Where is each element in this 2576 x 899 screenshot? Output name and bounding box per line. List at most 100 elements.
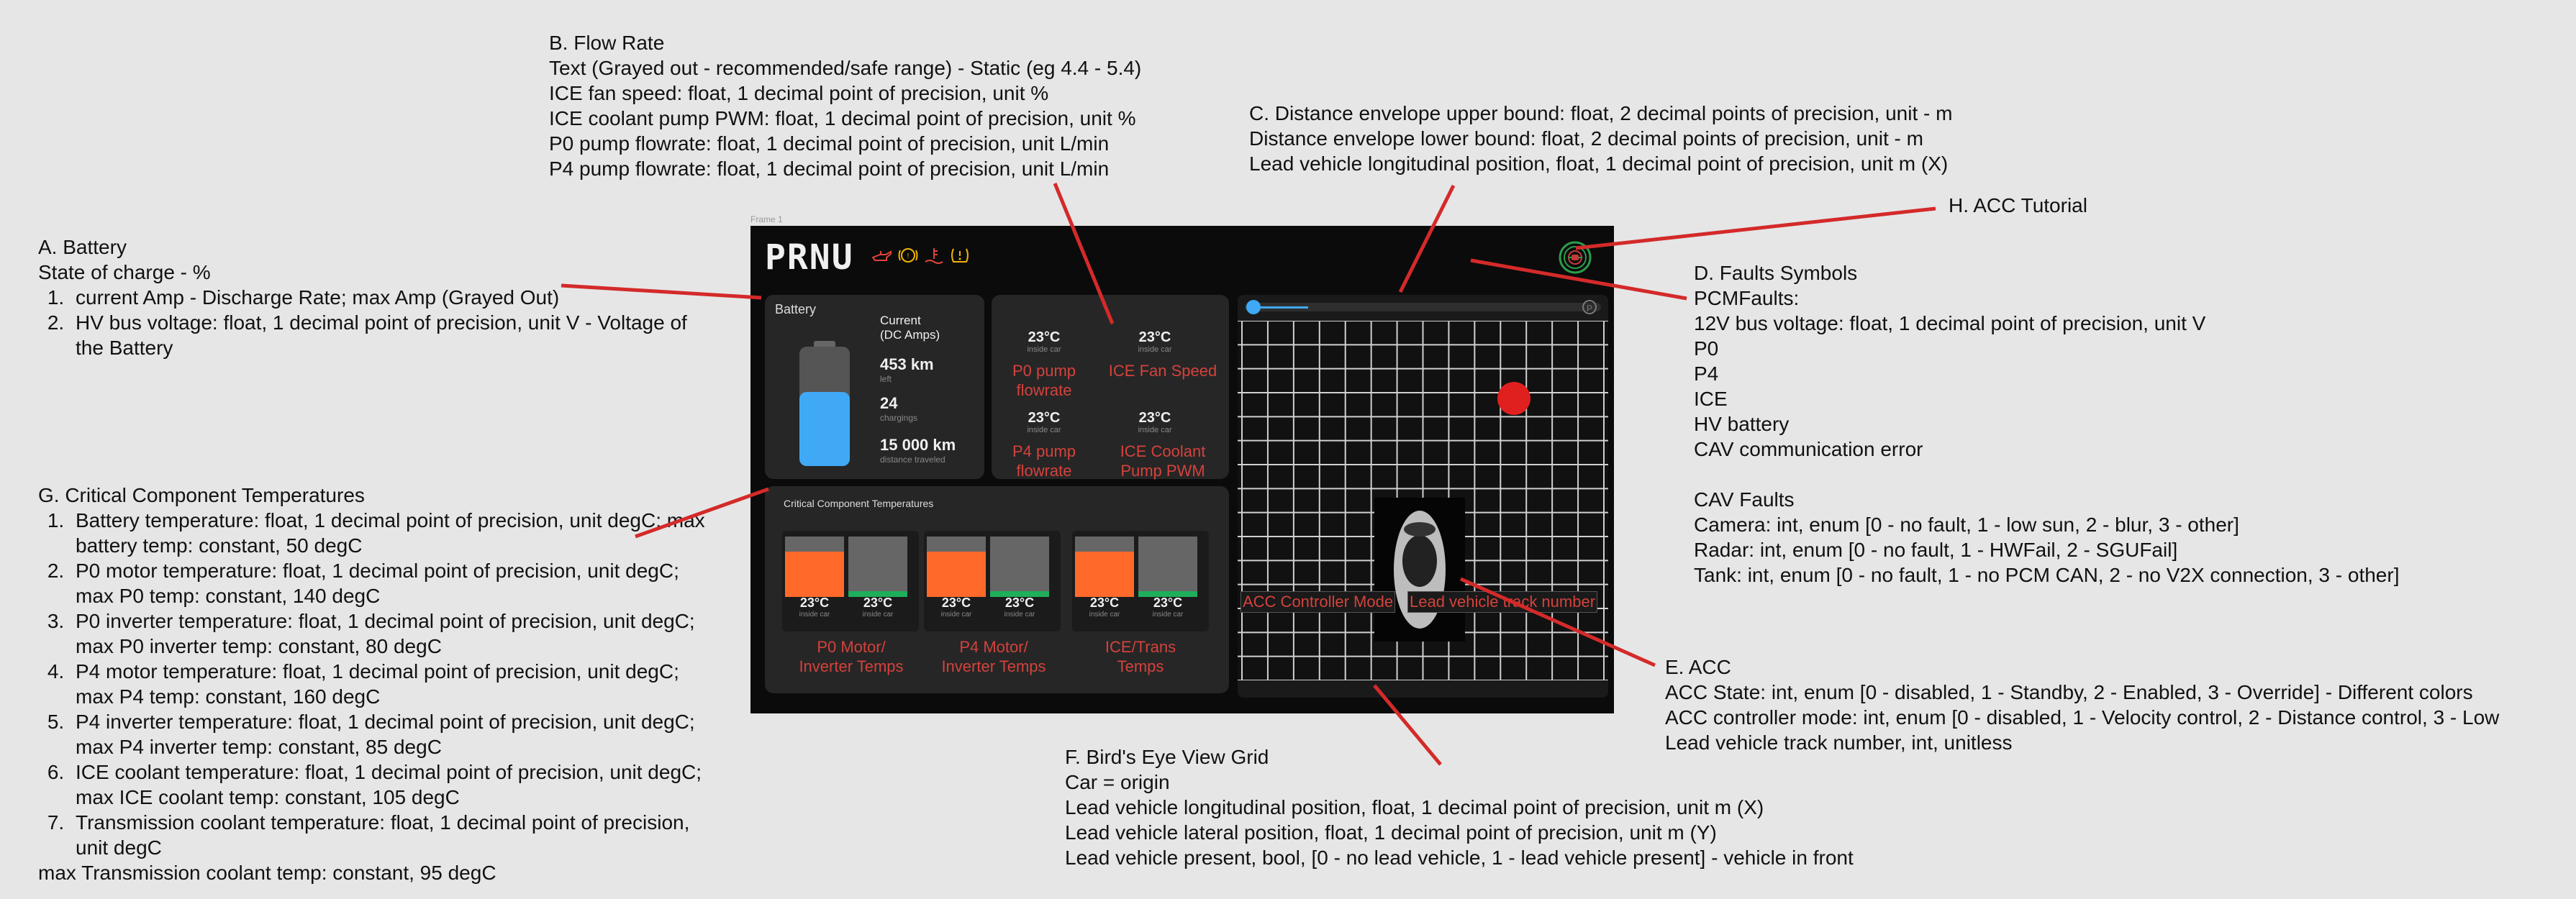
- tire-pressure-icon: [951, 248, 969, 263]
- battery-range-stat: 453 km left: [880, 355, 934, 384]
- annotation-item: P4 motor temperature: float, 1 decimal p…: [70, 659, 717, 709]
- trans-coolant-temp-value: 23°C inside car: [1152, 595, 1184, 619]
- p0-motor-temp-value: 23°C inside car: [799, 595, 830, 619]
- p0-inverter-temp-value: 23°C inside car: [862, 595, 894, 619]
- ice-trans-temps-label: ICE/Trans Temps: [1105, 638, 1176, 675]
- annotation-line: Text (Grayed out - recommended/safe rang…: [549, 57, 1142, 79]
- battery-chargings-stat: 24 chargings: [880, 394, 918, 423]
- oil-pressure-icon: [871, 250, 892, 261]
- trans-coolant-temp-gauge: [1138, 537, 1197, 597]
- acc-panel: P ACC Controller Mode Lead vehicle track…: [1238, 295, 1608, 698]
- battery-current-stat: Current (DC Amps): [880, 314, 940, 342]
- annotation-line: CAV Faults: [1694, 488, 1795, 511]
- annotation-item: P4 inverter temperature: float, 1 decima…: [70, 709, 717, 759]
- annotation-title: F. Bird's Eye View Grid: [1065, 746, 1269, 768]
- battery-distance-stat: 15 000 km distance traveled: [880, 436, 956, 465]
- annotation-line: Lead vehicle longitudinal position, floa…: [1249, 152, 1949, 175]
- annotation-title: E. ACC: [1665, 656, 1731, 678]
- annotation-line: P0: [1694, 337, 1719, 360]
- annotation-line: Lead vehicle present, bool, [0 - no lead…: [1065, 846, 1854, 869]
- p4-inverter-temp-gauge: [990, 537, 1049, 597]
- leader-line-acc-tutorial: [1575, 206, 1936, 250]
- annotation-acc-tutorial: H. ACC Tutorial: [1949, 193, 2087, 218]
- battery-charge-fill: [799, 392, 850, 466]
- annotation-distance-envelope: C. Distance envelope upper bound: float,…: [1249, 101, 1952, 176]
- gear-readout: PRNU: [765, 237, 854, 278]
- annotation-line: PCMFaults:: [1694, 287, 1800, 309]
- ego-car-icon: [1374, 498, 1465, 642]
- annotation-line: P4: [1694, 362, 1719, 385]
- dashboard-frame: PRNU ! Battery Current (DC Amps) 453 km …: [750, 226, 1614, 713]
- ice-fan-speed-label: ICE Fan Speed: [1108, 362, 1217, 380]
- annotation-title: C. Distance envelope upper bound: float,…: [1249, 102, 1953, 124]
- p4-pump-temp: 23°C inside car: [1027, 410, 1061, 434]
- annotation-item: P0 motor temperature: float, 1 decimal p…: [70, 558, 717, 608]
- annotation-line: 12V bus voltage: float, 1 decimal point …: [1694, 312, 2206, 334]
- ice-fan-temp: 23°C inside car: [1138, 329, 1172, 354]
- annotation-title: D. Faults Symbols: [1694, 262, 1858, 284]
- annotation-item: current Amp - Discharge Rate; max Amp (G…: [70, 285, 689, 310]
- annotation-acc: E. ACC ACC State: int, enum [0 - disable…: [1665, 654, 2499, 755]
- annotation-birds-eye-grid: F. Bird's Eye View Grid Car = origin Lea…: [1065, 744, 1854, 870]
- annotation-battery: A. Battery State of charge - % current A…: [38, 234, 689, 360]
- distance-envelope-thumb[interactable]: [1246, 300, 1261, 314]
- annotation-line: P4 pump flowrate: float, 1 decimal point…: [549, 158, 1110, 180]
- park-icon: P: [1582, 300, 1597, 314]
- annotation-line: ICE: [1694, 388, 1728, 410]
- p0-temps-label: P0 Motor/ Inverter Temps: [799, 638, 904, 675]
- annotation-line: P0 pump flowrate: float, 1 decimal point…: [549, 132, 1110, 155]
- annotation-fault-symbols: D. Faults Symbols PCMFaults: 12V bus vol…: [1694, 260, 2399, 588]
- p4-temps-label: P4 Motor/ Inverter Temps: [941, 638, 1046, 675]
- lead-vehicle-marker: [1497, 382, 1530, 415]
- annotation-critical-temps: G. Critical Component Temperatures Batte…: [38, 483, 717, 885]
- battery-title: Battery: [775, 302, 817, 316]
- coolant-temp-icon: [925, 248, 943, 264]
- gauge-fill: [927, 552, 986, 597]
- annotation-title: H. ACC Tutorial: [1949, 194, 2087, 216]
- annotation-line: Distance envelope lower bound: float, 2 …: [1249, 127, 1923, 150]
- annotation-line: Camera: int, enum [0 - no fault, 1 - low…: [1694, 514, 2239, 536]
- annotation-line: ICE coolant pump PWM: float, 1 decimal p…: [549, 107, 1136, 129]
- annotation-line: Car = origin: [1065, 771, 1170, 793]
- ego-car-cabin: [1402, 535, 1437, 587]
- annotation-line: ICE fan speed: float, 1 decimal point of…: [549, 82, 1049, 104]
- flow-rate-panel: 23°C inside car 23°C inside car P0 pump …: [992, 295, 1229, 480]
- p4-pump-flowrate-label: P4 pump flowrate: [1012, 442, 1076, 480]
- annotation-line: Tank: int, enum [0 - no fault, 1 - no PC…: [1694, 564, 2400, 586]
- acc-tutorial-icon[interactable]: [1558, 240, 1592, 275]
- critical-temps-title: Critical Component Temperatures: [784, 498, 934, 509]
- annotation-item: Transmission coolant temperature: float,…: [70, 810, 717, 860]
- battery-panel: Battery Current (DC Amps) 453 km left 24…: [765, 295, 984, 479]
- annotation-line: ACC State: int, enum [0 - disabled, 1 - …: [1665, 681, 2473, 703]
- birds-eye-grid: [1238, 321, 1608, 680]
- annotation-line: ACC controller mode: int, enum [0 - disa…: [1665, 706, 2500, 729]
- p4-motor-temp-value: 23°C inside car: [940, 595, 972, 619]
- ego-car-windshield: [1404, 522, 1436, 537]
- ice-coolant-pump-pwm-label: ICE Coolant Pump PWM: [1120, 442, 1206, 480]
- annotation-line: [1694, 462, 2399, 487]
- annotation-line: Lead vehicle longitudinal position, floa…: [1065, 796, 1764, 818]
- annotation-line: max Transmission coolant temp: constant,…: [38, 862, 496, 884]
- frame-label: Frame 1: [750, 214, 783, 224]
- annotation-item: HV bus voltage: float, 1 decimal point o…: [70, 310, 689, 360]
- annotation-title: B. Flow Rate: [549, 32, 665, 54]
- annotation-line: Radar: int, enum [0 - no fault, 1 - HWFa…: [1694, 539, 2178, 561]
- p0-pump-temp: 23°C inside car: [1027, 329, 1061, 354]
- ice-coolant-temp-gauge: [1075, 537, 1134, 597]
- annotation-item: Battery temperature: float, 1 decimal po…: [70, 508, 717, 558]
- critical-temps-panel: Critical Component Temperatures 23°C ins…: [765, 486, 1229, 693]
- annotation-line: State of charge - %: [38, 261, 211, 283]
- acc-controller-mode-label: ACC Controller Mode: [1241, 591, 1396, 613]
- annotation-flow-rate: B. Flow Rate Text (Grayed out - recommen…: [549, 30, 1141, 181]
- p4-motor-temp-gauge: [927, 537, 986, 597]
- annotation-title: A. Battery: [38, 236, 127, 258]
- p4-inverter-temp-value: 23°C inside car: [1004, 595, 1035, 619]
- annotation-line: HV battery: [1694, 413, 1790, 435]
- ice-coolant-temp: 23°C inside car: [1138, 410, 1172, 434]
- p0-inverter-temp-gauge: [848, 537, 907, 597]
- lead-vehicle-track-number-label: Lead vehicle track number: [1407, 591, 1598, 613]
- ice-coolant-temp-value: 23°C inside car: [1089, 595, 1120, 619]
- p0-motor-temp-gauge: [785, 537, 844, 597]
- engine-warning-icon: !: [898, 248, 918, 263]
- annotation-item: ICE coolant temperature: float, 1 decima…: [70, 759, 717, 810]
